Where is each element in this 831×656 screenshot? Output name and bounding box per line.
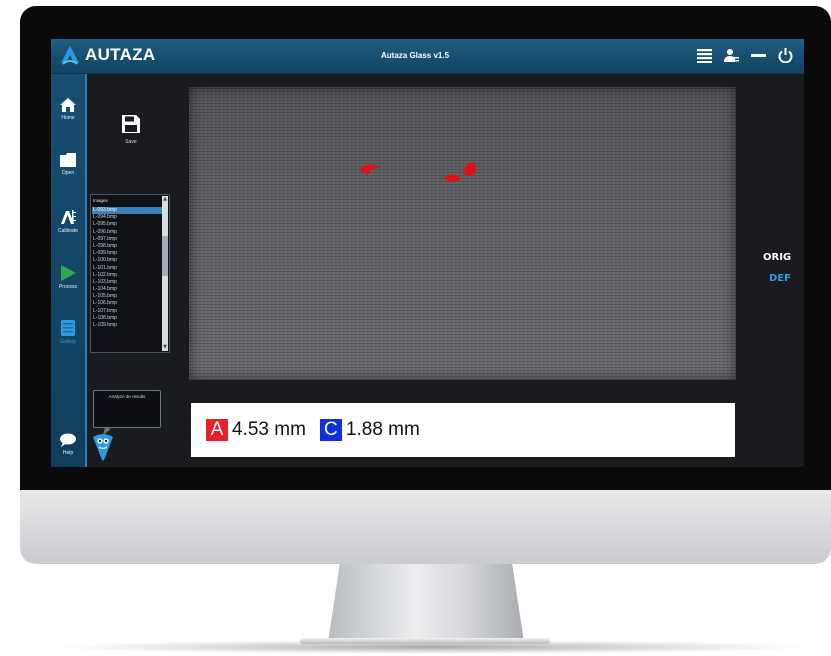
defect-marker — [444, 162, 477, 182]
sidebar-item-gallery[interactable]: Gallery — [51, 318, 85, 358]
user-settings-icon[interactable] — [723, 47, 740, 64]
scroll-up-icon[interactable]: ▲ — [162, 196, 168, 203]
sidebar-item-home[interactable]: Home — [51, 96, 85, 136]
list-item[interactable]: L-096.bmp — [92, 229, 162, 236]
list-item[interactable]: L-109.bmp — [92, 322, 162, 329]
orig-view-option[interactable]: ORIG — [763, 252, 791, 263]
sidebar-item-label: Help — [62, 450, 74, 456]
list-item[interactable]: L-102.bmp — [92, 272, 162, 279]
measurement-value-a: 4.53 mm — [232, 419, 306, 440]
list-item[interactable]: L-104.bmp — [92, 286, 162, 293]
assistant-mascot-icon[interactable] — [91, 427, 115, 461]
list-item[interactable]: L-097.bmp — [92, 236, 162, 243]
list-item[interactable]: L-107.bmp — [92, 308, 162, 315]
image-vignette — [189, 87, 736, 380]
list-item[interactable]: L-105.bmp — [92, 293, 162, 300]
save-icon — [122, 115, 140, 133]
scroll-down-icon[interactable]: ▼ — [162, 344, 168, 351]
list-icon[interactable] — [696, 47, 713, 64]
list-item[interactable]: L-100.bmp — [92, 257, 162, 264]
brand-logo: AUTAZA — [59, 44, 155, 66]
sidebar-item-process[interactable]: Process — [51, 263, 85, 303]
sidebar-item-label: Home — [61, 115, 75, 121]
images-list-panel[interactable]: Images L-093.bmp L-094.bmp L-095.bmp L-096.… — [90, 194, 170, 353]
sidebar-nav: Home Open Calibrate Process Gallery Help — [51, 74, 85, 467]
gallery-icon — [61, 320, 75, 336]
measurement-value-c: 1.88 mm — [345, 419, 420, 440]
list-item[interactable]: L-108.bmp — [92, 315, 162, 322]
sidebar-item-label: Gallery — [60, 339, 76, 345]
minimize-icon[interactable] — [750, 47, 767, 64]
app-screen: AUTAZA Autaza Glass v1.5 Home Open Calib… — [51, 39, 804, 467]
inspection-image[interactable] — [189, 87, 736, 380]
save-button[interactable]: Save — [119, 115, 143, 145]
list-item[interactable]: L-098.bmp — [92, 243, 162, 250]
measurement-tag-a: A — [206, 419, 228, 441]
defect-marker — [360, 164, 380, 176]
sidebar-item-help[interactable]: Help — [51, 431, 85, 467]
images-list-scrollbar[interactable]: ▲ ▼ — [162, 196, 168, 351]
sidebar-item-label: Calibrate — [57, 228, 78, 234]
measurements-bar: A 4.53 mm C 1.88 mm — [191, 403, 735, 457]
monitor-mockup: AUTAZA Autaza Glass v1.5 Home Open Calib… — [0, 0, 831, 656]
folder-icon — [60, 153, 76, 167]
save-label: Save — [125, 139, 137, 145]
list-item[interactable]: L-094.bmp — [92, 214, 162, 221]
chat-icon — [60, 433, 76, 447]
window-controls — [696, 47, 794, 64]
power-icon[interactable] — [777, 47, 794, 64]
assistant-speech-bubble: Analyze de results — [93, 390, 161, 428]
list-item[interactable]: L-095.bmp — [92, 221, 162, 228]
home-icon — [60, 98, 76, 112]
list-item[interactable]: L-099.bmp — [92, 250, 162, 257]
autaza-logo-icon — [61, 46, 79, 65]
assistant-message: Analyze de results — [108, 394, 146, 399]
sidebar-item-label: Process — [58, 284, 78, 290]
list-item[interactable]: L-106.bmp — [92, 300, 162, 307]
list-item[interactable]: L-101.bmp — [92, 265, 162, 272]
sidebar-divider — [85, 74, 87, 467]
monitor-stand-base — [300, 638, 550, 644]
play-icon — [61, 265, 76, 281]
measurement-tag-c: C — [319, 419, 342, 441]
list-item[interactable]: L-093.bmp — [92, 207, 162, 215]
title-bar: AUTAZA Autaza Glass v1.5 — [51, 39, 804, 74]
sidebar-item-label: Open — [61, 170, 75, 176]
brand-name: AUTAZA — [85, 45, 156, 64]
sidebar-item-open[interactable]: Open — [51, 151, 85, 191]
images-list-header: Images — [93, 198, 108, 203]
sidebar-item-calibrate[interactable]: Calibrate — [51, 207, 85, 247]
scroll-thumb[interactable] — [162, 236, 168, 276]
list-item[interactable]: L-103.bmp — [92, 279, 162, 286]
monitor-stand-neck — [328, 564, 524, 642]
def-view-option[interactable]: DEF — [769, 273, 791, 284]
images-list[interactable]: L-093.bmp L-094.bmp L-095.bmp L-096.bmp L-09… — [92, 207, 162, 329]
app-title: Autaza Glass v1.5 — [381, 51, 450, 60]
monitor-chin — [20, 490, 831, 564]
calibrate-icon — [61, 210, 76, 224]
